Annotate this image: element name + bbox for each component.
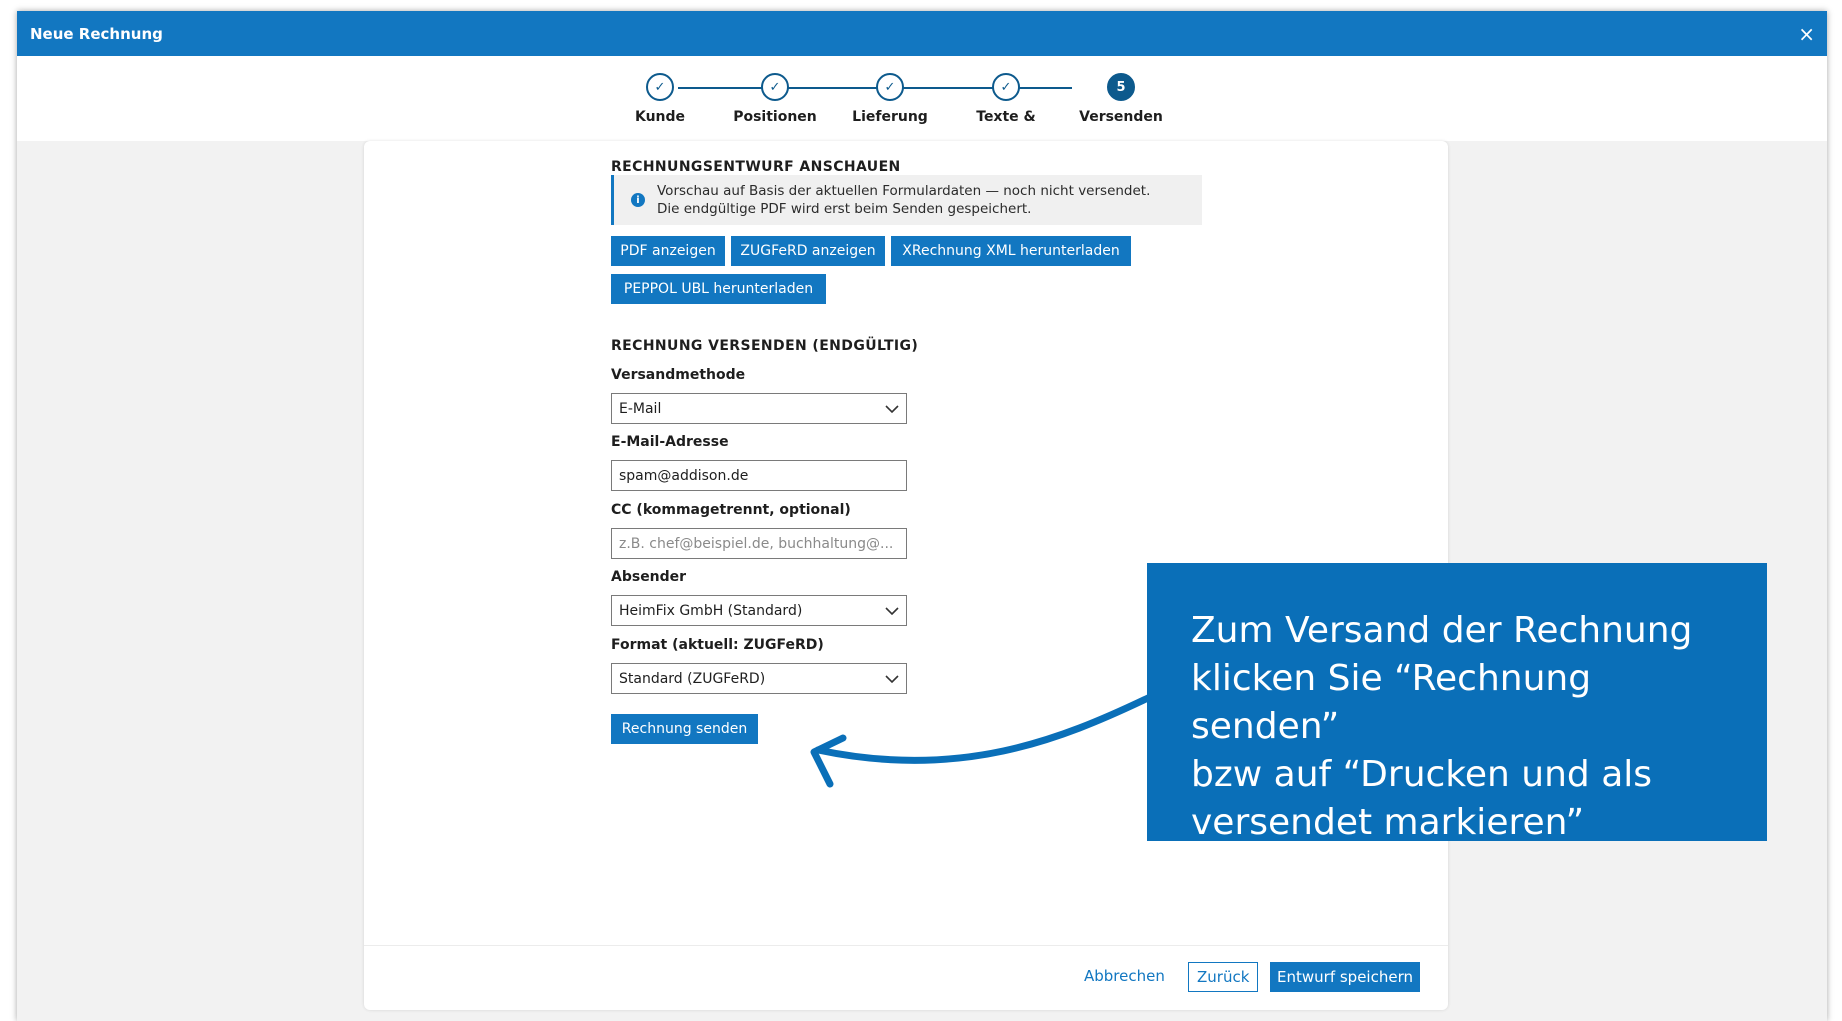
info-line-1: Vorschau auf Basis der aktuellen Formula… (657, 183, 1151, 199)
format-value: Standard (ZUGFeRD) (619, 670, 766, 687)
stepper: ✓ Kunde ✓ Positionen ✓ Lieferung ✓ Texte… (17, 56, 1827, 141)
send-section-title: RECHNUNG VERSENDEN (ENDGÜLTIG) (611, 338, 919, 354)
preview-section-title: RECHNUNGSENTWURF ANSCHAUEN (611, 159, 901, 175)
cc-placeholder: z.B. chef@beispiel.de, buchhaltung@... (619, 535, 894, 552)
step-number-icon: 5 (1107, 73, 1135, 101)
callout-line-4: versendet markieren” (1191, 802, 1585, 843)
sender-label: Absender (611, 569, 687, 585)
step-kunde[interactable]: ✓ Kunde (595, 56, 725, 125)
shipping-method-select[interactable]: E-Mail (611, 393, 907, 424)
window-title: Neue Rechnung (30, 24, 163, 43)
format-select[interactable]: Standard (ZUGFeRD) (611, 663, 907, 694)
preview-info-box: i Vorschau auf Basis der aktuellen Formu… (611, 175, 1202, 225)
step-done-check-icon: ✓ (992, 73, 1020, 101)
callout-line-2: klicken Sie “Rechnung senden” (1191, 658, 1592, 747)
step-label: Positionen (733, 109, 817, 125)
format-label: Format (aktuell: ZUGFeRD) (611, 637, 824, 653)
sender-select[interactable]: HeimFix GmbH (Standard) (611, 595, 907, 626)
step-done-check-icon: ✓ (646, 73, 674, 101)
step-positionen[interactable]: ✓ Positionen (710, 56, 840, 125)
card-footer: Abbrechen Zurück Entwurf speichern (364, 945, 1448, 1010)
step-label: Texte & (976, 109, 1036, 125)
back-button[interactable]: Zurück (1188, 962, 1259, 992)
email-field[interactable]: spam@addison.de (611, 460, 907, 491)
step-label: Versenden (1079, 109, 1163, 125)
cc-label: CC (kommagetrennt, optional) (611, 502, 851, 518)
send-invoice-button[interactable]: Rechnung senden (611, 714, 758, 744)
zugferd-view-button[interactable]: ZUGFeRD anzeigen (731, 236, 885, 266)
info-icon: i (631, 193, 645, 207)
xrechnung-download-button[interactable]: XRechnung XML herunterladen (891, 236, 1131, 266)
title-bar: Neue Rechnung × (17, 11, 1827, 56)
pdf-view-button[interactable]: PDF anzeigen (611, 236, 725, 266)
chevron-down-icon (885, 404, 899, 413)
sender-value: HeimFix GmbH (Standard) (619, 602, 803, 619)
peppol-download-button[interactable]: PEPPOL UBL herunterladen (611, 274, 826, 304)
step-versenden[interactable]: 5 Versenden (1056, 56, 1186, 125)
step-label: Lieferung (852, 109, 928, 125)
save-draft-button[interactable]: Entwurf speichern (1270, 962, 1420, 992)
close-icon[interactable]: × (1798, 22, 1815, 46)
step-texte[interactable]: ✓ Texte & (941, 56, 1071, 125)
cc-field[interactable]: z.B. chef@beispiel.de, buchhaltung@... (611, 528, 907, 559)
shipping-method-value: E-Mail (619, 400, 662, 417)
shipping-method-label: Versandmethode (611, 367, 746, 383)
callout-line-1: Zum Versand der Rechnung (1191, 610, 1693, 651)
tutorial-callout: Zum Versand der Rechnung klicken Sie “Re… (1147, 563, 1767, 843)
chevron-down-icon (885, 674, 899, 683)
email-label: E-Mail-Adresse (611, 434, 729, 450)
info-text: Vorschau auf Basis der aktuellen Formula… (657, 182, 1150, 218)
email-value: spam@addison.de (619, 467, 749, 484)
step-done-check-icon: ✓ (876, 73, 904, 101)
callout-line-3: bzw auf “Drucken und als (1191, 754, 1653, 795)
step-lieferung[interactable]: ✓ Lieferung (825, 56, 955, 125)
info-line-2: Die endgültige PDF wird erst beim Senden… (657, 201, 1032, 217)
step-label: Kunde (634, 109, 686, 125)
step-done-check-icon: ✓ (761, 73, 789, 101)
cancel-button[interactable]: Abbrechen (1078, 966, 1171, 986)
chevron-down-icon (885, 606, 899, 615)
